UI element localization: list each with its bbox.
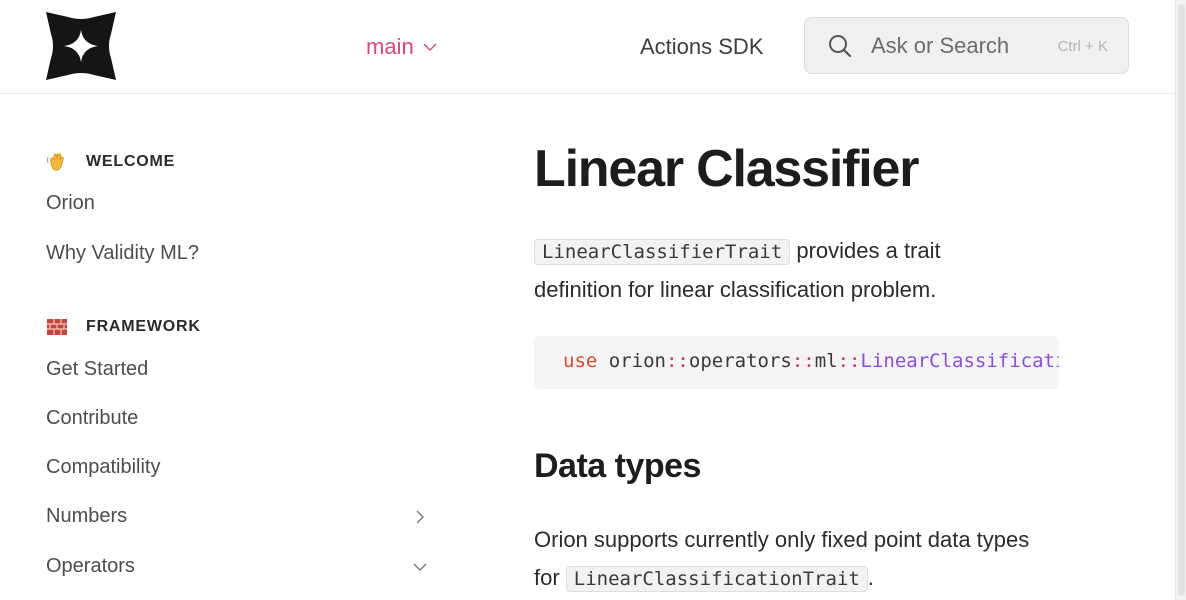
- sidebar-item-get-started[interactable]: Get Started: [46, 358, 428, 381]
- sidebar-item-label: Compatibility: [46, 456, 161, 478]
- sidebar-section-title: WELCOME: [86, 153, 176, 170]
- nav-link-actions-sdk[interactable]: Actions SDK: [640, 34, 764, 60]
- sidebar-item-label: Operators: [46, 555, 135, 577]
- sidebar-item-why-validity-ml[interactable]: Why Validity ML?: [46, 242, 428, 265]
- code-type: LinearClassificationTrait: [860, 350, 1060, 372]
- sidebar-item-orion[interactable]: Orion: [46, 192, 428, 215]
- page-scrollbar[interactable]: [1175, 0, 1186, 600]
- sidebar-item-numbers[interactable]: Numbers: [46, 505, 428, 528]
- sidebar-section-welcome: WELCOME: [46, 151, 175, 173]
- sidebar-section-title: FRAMEWORK: [86, 318, 201, 335]
- brick-wall-icon: [46, 316, 68, 338]
- sidebar-item-label: Numbers: [46, 505, 128, 527]
- code-keyword: use: [563, 350, 598, 372]
- sidebar-item-label: Orion: [46, 192, 95, 214]
- code-separator: ::: [665, 350, 689, 372]
- search-icon: [829, 35, 852, 58]
- waving-hand-icon: [46, 151, 68, 173]
- code-separator: ::: [837, 350, 861, 372]
- sidebar: WELCOME Orion Why Validity ML? FRAMEWORK…: [0, 95, 470, 600]
- code-separator: ::: [791, 350, 815, 372]
- inline-code: LinearClassificationTrait: [565, 566, 868, 592]
- version-label: main: [366, 34, 414, 59]
- sidebar-item-contribute[interactable]: Contribute: [46, 407, 428, 430]
- top-header: main Actions SDK Ask or Search Ctrl + K: [0, 0, 1175, 94]
- chevron-right-icon[interactable]: [412, 509, 428, 525]
- intro-paragraph: LinearClassifierTrait provides a trait d…: [534, 232, 1004, 309]
- sidebar-section-framework: FRAMEWORK: [46, 316, 201, 338]
- inline-code: LinearClassifierTrait: [534, 239, 791, 265]
- chevron-down-icon: [423, 43, 437, 51]
- data-types-paragraph: Orion supports currently only fixed poin…: [534, 521, 1034, 598]
- code-block[interactable]: use orion::operators::ml::LinearClassifi…: [534, 336, 1059, 389]
- code-path: orion: [608, 350, 666, 372]
- chevron-down-icon[interactable]: [412, 559, 428, 575]
- sidebar-item-compatibility[interactable]: Compatibility: [46, 456, 428, 479]
- code-path: ml: [814, 350, 838, 372]
- sidebar-item-label: Why Validity ML?: [46, 242, 200, 264]
- section-heading-data-types: Data types: [534, 447, 701, 485]
- sidebar-item-label: Contribute: [46, 407, 139, 429]
- version-selector[interactable]: main: [366, 34, 438, 60]
- sidebar-item-label: Get Started: [46, 358, 149, 380]
- page-title: Linear Classifier: [534, 140, 919, 198]
- search-box[interactable]: Ask or Search Ctrl + K: [804, 17, 1129, 74]
- search-shortcut: Ctrl + K: [1057, 38, 1108, 55]
- scrollbar-thumb[interactable]: [1178, 4, 1185, 596]
- search-placeholder: Ask or Search: [871, 33, 1010, 58]
- data-types-text-end: .: [867, 565, 874, 590]
- sidebar-item-operators[interactable]: Operators: [46, 555, 428, 578]
- code-path: operators: [688, 350, 792, 372]
- four-point-star-logo-icon[interactable]: [46, 12, 116, 80]
